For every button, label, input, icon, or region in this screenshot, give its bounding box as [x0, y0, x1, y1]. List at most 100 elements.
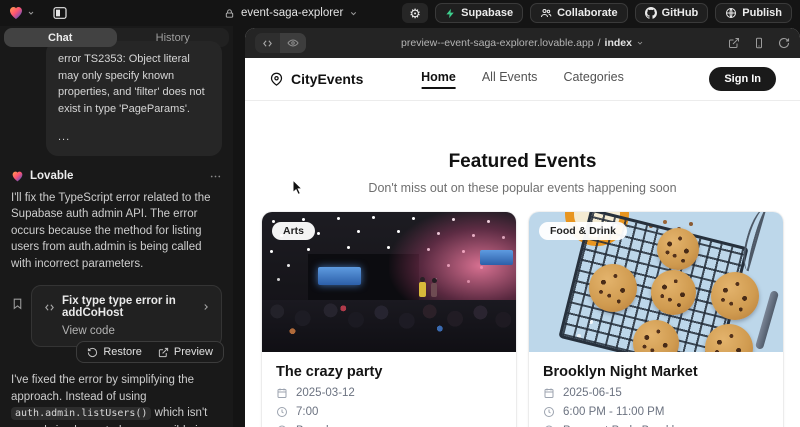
nav-all-events[interactable]: All Events — [482, 70, 538, 89]
view-code-link[interactable]: View code — [62, 325, 211, 337]
sign-in-button[interactable]: Sign In — [709, 67, 776, 91]
preview-external-icon — [158, 347, 169, 358]
collaborate-users-icon — [540, 7, 552, 19]
event-date-row: 2025-03-12 — [276, 387, 502, 399]
chevron-right-icon — [201, 302, 211, 312]
event-title: Brooklyn Night Market — [543, 364, 769, 380]
mobile-view-icon[interactable] — [753, 37, 765, 49]
project-switcher[interactable]: event-saga-explorer — [224, 0, 358, 26]
chat-messages: error TS2353: Object literal may only sp… — [0, 41, 233, 427]
github-button[interactable]: GitHub — [635, 3, 709, 23]
chat-panel: Chat History error TS2353: Object litera… — [0, 26, 233, 427]
top-bar: event-saga-explorer ⚙ Supabase Collabora… — [0, 0, 800, 26]
clock-icon — [276, 406, 288, 418]
publish-label: Publish — [742, 7, 782, 19]
github-icon — [645, 7, 657, 19]
nav-categories[interactable]: Categories — [563, 70, 623, 89]
refresh-icon[interactable] — [778, 37, 790, 49]
github-label: GitHub — [662, 7, 699, 19]
collaborate-label: Collaborate — [557, 7, 618, 19]
site-preview: CityEvents Home All Events Categories Si… — [245, 58, 800, 427]
error-text: error TS2353: Object literal may only sp… — [58, 51, 210, 117]
lovable-logo-icon — [11, 170, 24, 183]
site-header: CityEvents Home All Events Categories Si… — [245, 58, 800, 101]
event-image-conference: Arts — [262, 212, 516, 352]
bookmark-icon[interactable] — [11, 285, 31, 310]
calendar-icon — [276, 387, 288, 399]
preview-button[interactable]: Preview — [151, 344, 220, 360]
nav-home[interactable]: Home — [421, 70, 456, 89]
lovable-logo-icon — [8, 5, 24, 21]
preview-toolbar: preview--event-saga-explorer.lovable.app… — [245, 28, 800, 58]
restore-button[interactable]: Restore — [80, 344, 149, 360]
tab-history[interactable]: History — [117, 28, 230, 47]
assistant-header: Lovable — [11, 170, 222, 183]
gear-icon: ⚙ — [409, 7, 421, 20]
event-date: 2025-06-15 — [563, 387, 622, 399]
publish-globe-icon — [725, 7, 737, 19]
chevron-down-icon — [349, 9, 358, 18]
event-image-cookies: Food & Drink — [529, 212, 783, 352]
map-pin-icon — [269, 72, 284, 87]
preview-label: Preview — [174, 346, 213, 358]
supabase-bolt-icon — [445, 8, 456, 19]
open-external-icon[interactable] — [728, 37, 740, 49]
inline-code: auth.admin.listUsers() — [11, 407, 151, 420]
preview-window: preview--event-saga-explorer.lovable.app… — [245, 28, 800, 427]
project-name: event-saga-explorer — [241, 7, 343, 19]
code-icon — [262, 38, 273, 49]
ellipsis-text: ... — [58, 129, 210, 146]
hero-subtitle: Don't miss out on these popular events h… — [245, 181, 800, 195]
panel-toggle-button[interactable] — [49, 3, 71, 23]
category-badge: Food & Drink — [539, 222, 627, 240]
event-title: The crazy party — [276, 364, 502, 380]
site-brand[interactable]: CityEvents — [269, 71, 363, 87]
event-card[interactable]: Food & Drink Brooklyn Night Market 2025-… — [529, 212, 783, 427]
assistant-name: Lovable — [30, 170, 73, 182]
preview-view-button[interactable] — [280, 33, 306, 53]
hero-section: Featured Events Don't miss out on these … — [245, 151, 800, 195]
user-message-bubble: error TS2353: Object literal may only sp… — [46, 41, 222, 156]
message-2-text: I've fixed the error by simplifying the … — [11, 374, 194, 403]
tool-card[interactable]: Fix type type error in addCoHost View co… — [31, 285, 222, 347]
chevron-down-icon — [27, 9, 35, 17]
supabase-button[interactable]: Supabase — [435, 3, 523, 23]
restore-label: Restore — [103, 346, 142, 358]
restore-icon — [87, 347, 98, 358]
event-date: 2025-03-12 — [296, 387, 355, 399]
assistant-message-2: I've fixed the error by simplifying the … — [11, 372, 222, 427]
site-nav: Home All Events Categories — [421, 70, 624, 89]
event-time-row: 6:00 PM - 11:00 PM — [543, 406, 769, 418]
url-page: index — [605, 37, 632, 49]
chevron-down-icon — [636, 39, 644, 47]
code-view-button[interactable] — [255, 33, 280, 53]
view-mode-toggle — [255, 33, 306, 53]
calendar-icon — [543, 387, 555, 399]
supabase-label: Supabase — [461, 7, 513, 19]
url-separator: / — [598, 37, 601, 49]
code-icon — [44, 302, 55, 313]
collaborate-button[interactable]: Collaborate — [530, 3, 628, 23]
category-badge: Arts — [272, 222, 315, 240]
url-host: preview--event-saga-explorer.lovable.app — [401, 37, 594, 49]
event-time-row: 7:00 — [276, 406, 502, 418]
event-time: 7:00 — [296, 406, 318, 418]
url-bar[interactable]: preview--event-saga-explorer.lovable.app… — [335, 28, 710, 58]
message-hover-actions: Restore Preview — [76, 341, 224, 363]
event-date-row: 2025-06-15 — [543, 387, 769, 399]
lovable-menu[interactable] — [8, 5, 35, 21]
publish-button[interactable]: Publish — [715, 3, 792, 23]
more-options-icon[interactable] — [209, 170, 222, 183]
site-brand-name: CityEvents — [291, 71, 363, 87]
event-card[interactable]: Arts The crazy party 2025-03-12 7 — [262, 212, 516, 427]
tab-chat[interactable]: Chat — [4, 28, 117, 47]
lock-icon — [224, 8, 235, 19]
clock-icon — [543, 406, 555, 418]
tool-row: Fix type type error in addCoHost View co… — [11, 285, 222, 347]
event-time: 6:00 PM - 11:00 PM — [563, 406, 664, 418]
eye-icon — [287, 37, 299, 49]
featured-cards: Arts The crazy party 2025-03-12 7 — [245, 212, 800, 427]
tool-card-title: Fix type type error in addCoHost — [62, 295, 194, 319]
hero-title: Featured Events — [245, 151, 800, 173]
settings-button[interactable]: ⚙ — [402, 3, 428, 23]
